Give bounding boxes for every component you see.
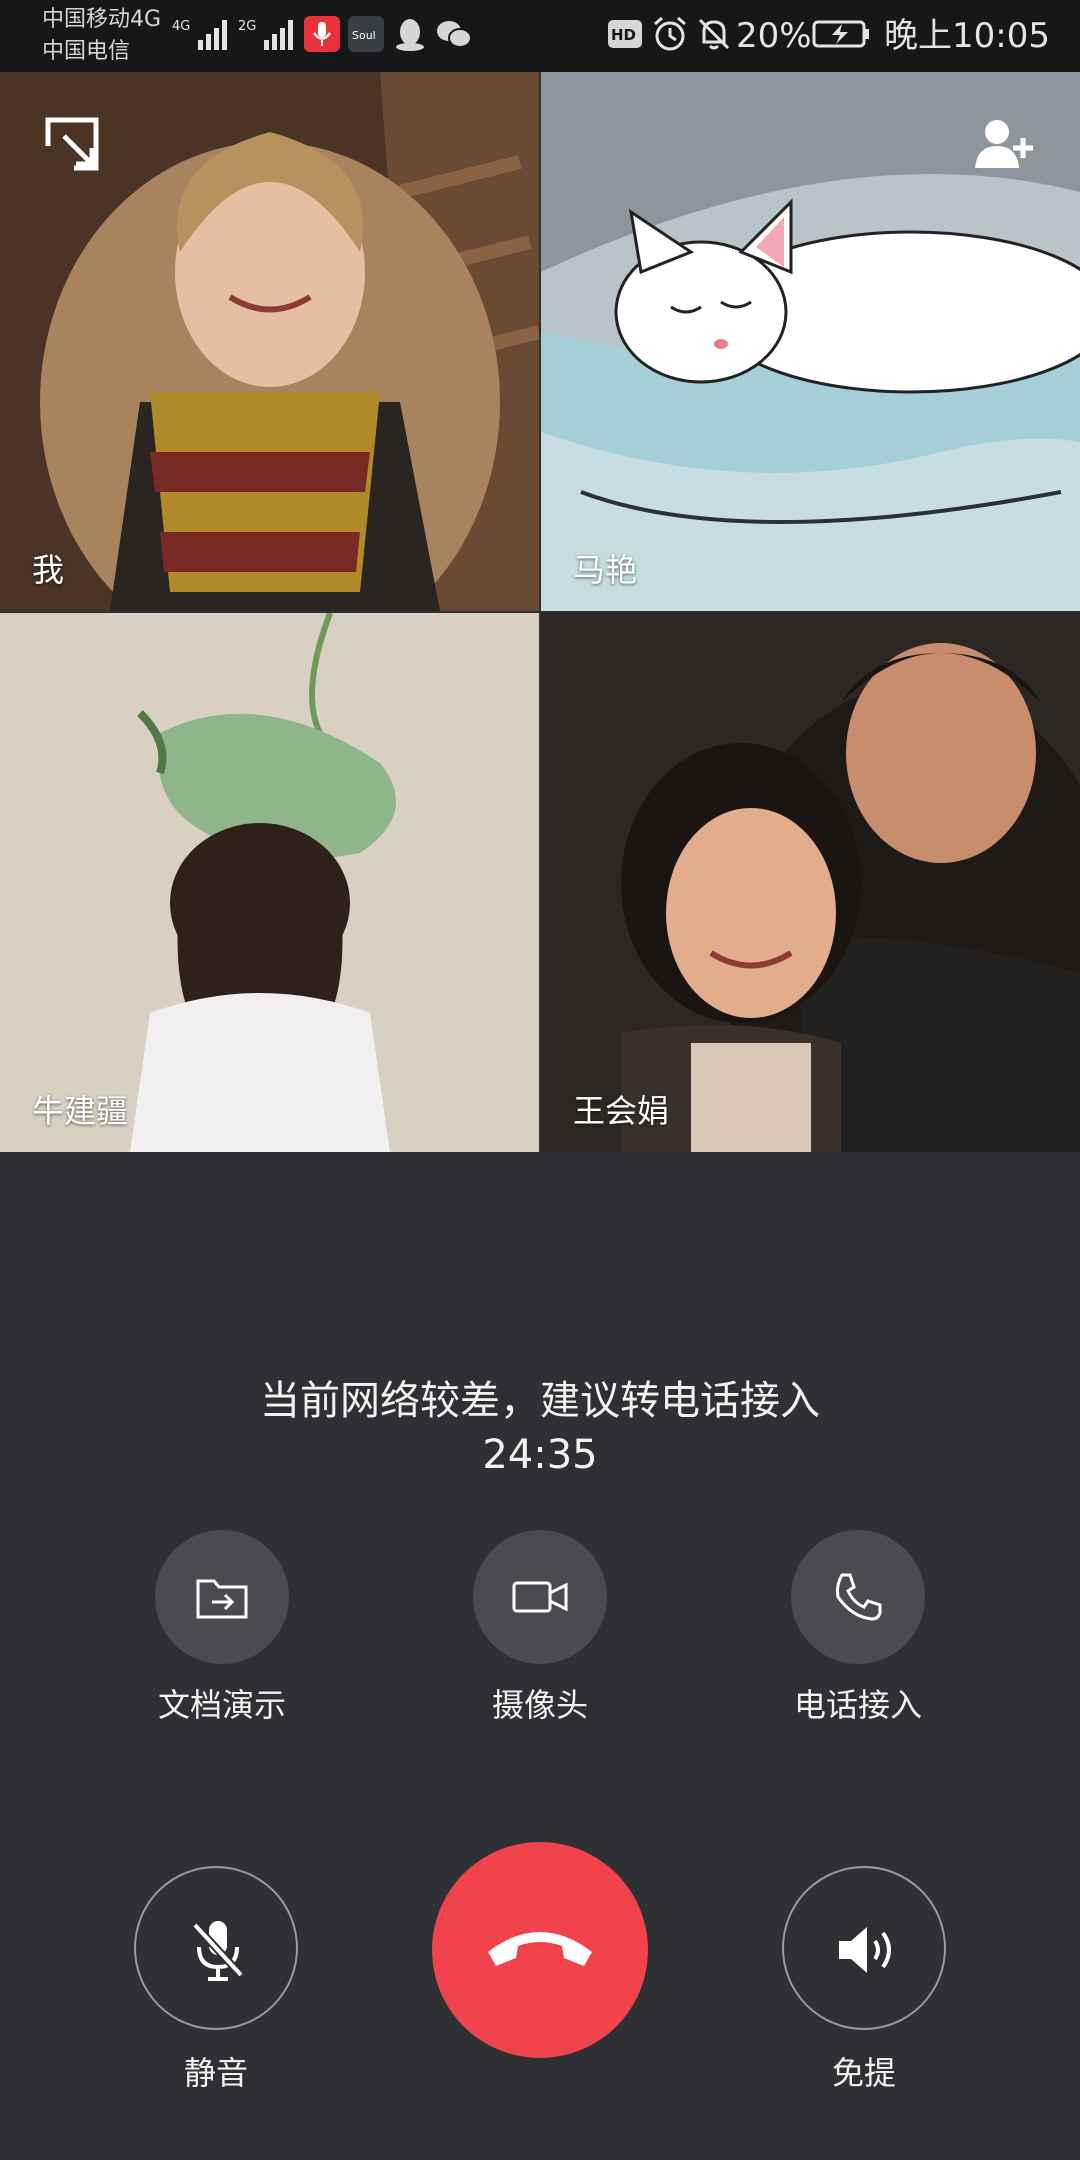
mute-bell-icon bbox=[698, 18, 730, 50]
share-document-label: 文档演示 bbox=[157, 1686, 286, 1724]
phone-join-label: 电话接入 bbox=[793, 1686, 922, 1724]
mute-label: 静音 bbox=[183, 2054, 248, 2092]
hd-label: HD bbox=[611, 26, 636, 44]
carrier-1: 中国移动4G bbox=[42, 7, 162, 32]
speaker-icon bbox=[839, 1927, 891, 1973]
hang-up-phone-icon bbox=[488, 1932, 592, 1966]
share-document-button[interactable]: 文档演示 bbox=[112, 1530, 332, 1726]
participant-name: 牛建疆 bbox=[32, 1092, 129, 1130]
minimize-window-icon[interactable] bbox=[42, 114, 102, 174]
participant-name: 王会娟 bbox=[573, 1092, 670, 1130]
clock: 晚上10:05 bbox=[884, 16, 1050, 56]
carrier-info: 中国移动4G 中国电信 bbox=[42, 4, 161, 68]
recording-mic-icon bbox=[304, 16, 340, 52]
mute-button[interactable]: 静音 bbox=[96, 1866, 336, 2094]
phone-icon bbox=[836, 1573, 882, 1621]
mic-off-icon bbox=[192, 1921, 244, 1981]
soul-app-icon: Soul bbox=[348, 16, 384, 52]
battery-charging-icon bbox=[812, 20, 869, 48]
signal-4g-icon: 4G bbox=[172, 19, 227, 50]
camera-button[interactable]: 摄像头 bbox=[430, 1530, 650, 1726]
video-camera-icon bbox=[512, 1581, 568, 1613]
svg-text:Soul: Soul bbox=[352, 29, 376, 42]
qq-icon bbox=[396, 19, 424, 51]
speaker-label: 免提 bbox=[831, 2054, 896, 2092]
video-tile-self[interactable]: 我 bbox=[0, 72, 539, 611]
signal-2g-icon: 2G bbox=[238, 19, 293, 50]
participant-name: 我 bbox=[32, 551, 65, 589]
call-duration: 24:35 bbox=[482, 1432, 598, 1478]
hd-icon: HD bbox=[608, 20, 642, 48]
folder-share-icon bbox=[196, 1579, 248, 1619]
speaker-button[interactable]: 免提 bbox=[744, 1866, 984, 2094]
alarm-icon bbox=[654, 16, 686, 51]
hang-up-button[interactable] bbox=[432, 1842, 648, 2058]
carrier-2: 中国电信 bbox=[42, 39, 131, 64]
video-tile-participant[interactable]: 王会娟 bbox=[541, 613, 1080, 1152]
camera-label: 摄像头 bbox=[491, 1686, 588, 1724]
participant-video-image bbox=[541, 613, 1080, 1152]
net-1-label: 4G bbox=[172, 19, 190, 34]
wechat-icon bbox=[437, 21, 472, 48]
phone-join-button[interactable]: 电话接入 bbox=[748, 1530, 968, 1726]
video-grid: 我 马艳 牛建疆 王会娟 bbox=[0, 72, 1080, 1152]
battery-percent: 20% bbox=[736, 16, 812, 56]
status-bar: 中国移动4G 中国电信 4G 2G Soul HD 20% 晚上10:05 bbox=[0, 0, 1080, 72]
net-2-label: 2G bbox=[238, 19, 256, 34]
video-tile-participant[interactable]: 牛建疆 bbox=[0, 613, 539, 1152]
participant-video-image bbox=[0, 613, 539, 1152]
participant-name: 马艳 bbox=[573, 551, 638, 589]
add-participant-icon[interactable] bbox=[973, 114, 1033, 174]
video-tile-participant[interactable]: 马艳 bbox=[541, 72, 1080, 611]
network-warning: 当前网络较差，建议转电话接入 bbox=[260, 1378, 820, 1424]
